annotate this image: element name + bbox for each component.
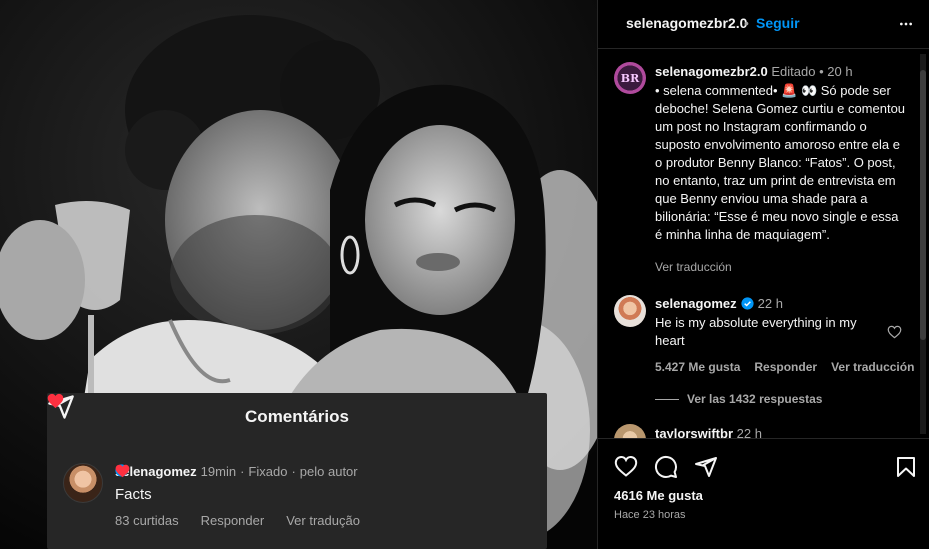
comment-header: selenagomez 19min · Fixado · pelo autor bbox=[115, 464, 358, 479]
separator: · bbox=[240, 464, 245, 479]
post-side-panel: selenagomezbr2.0 • Seguir BR selenagomez… bbox=[597, 0, 929, 549]
comment-header: selenagomez 22 h bbox=[655, 296, 783, 311]
post-image[interactable]: Comentários selenagomez 19min · Fixado ·… bbox=[0, 0, 597, 549]
view-replies-label: Ver las 1432 respuestas bbox=[687, 392, 823, 406]
translate-link[interactable]: Ver traducción bbox=[831, 360, 914, 374]
caption-text: • selena commented• 🚨 👀 Só pode ser debo… bbox=[655, 83, 906, 242]
header-username[interactable]: selenagomezbr2.0 bbox=[626, 15, 747, 31]
likes-count[interactable]: 5.427 Me gusta bbox=[655, 360, 740, 374]
by-author-label: pelo autor bbox=[299, 464, 358, 479]
comment-time: 19min bbox=[200, 464, 237, 479]
likes-count[interactable]: 83 curtidas bbox=[115, 513, 179, 528]
edited-label: Editado bbox=[771, 64, 816, 79]
avatar[interactable]: BR bbox=[614, 62, 646, 94]
reply-button[interactable]: Responder bbox=[201, 513, 265, 528]
post-likes-count[interactable]: 4616 Me gusta bbox=[614, 488, 703, 503]
share-icon[interactable] bbox=[694, 455, 718, 479]
like-heart-icon[interactable] bbox=[614, 455, 638, 479]
liked-heart-icon bbox=[115, 464, 130, 478]
comment-username[interactable]: taylorswiftbr bbox=[655, 426, 733, 438]
comment-time: 22 h bbox=[757, 296, 783, 311]
reply-button[interactable]: Responder bbox=[754, 360, 817, 374]
comment-actions: 5.427 Me gusta Responder Ver traducción bbox=[655, 360, 914, 374]
like-heart-icon[interactable] bbox=[887, 325, 902, 339]
separator: • bbox=[744, 15, 749, 31]
view-replies-button[interactable]: Ver las 1432 respuestas bbox=[655, 392, 822, 406]
comment-icon[interactable] bbox=[654, 455, 678, 479]
comments-scroll-area[interactable]: BR selenagomezbr2.0 Editado • 20 h • sel… bbox=[598, 50, 929, 438]
translate-link[interactable]: Ver traducción bbox=[655, 260, 732, 274]
pinned-label: Fixado bbox=[248, 464, 288, 479]
separator: · bbox=[291, 464, 296, 479]
bookmark-icon[interactable] bbox=[894, 455, 918, 479]
scrollbar-thumb[interactable] bbox=[920, 70, 926, 340]
divider bbox=[655, 398, 679, 400]
more-options-icon[interactable] bbox=[896, 16, 916, 32]
post-footer: 4616 Me gusta Hace 23 horas bbox=[598, 438, 929, 549]
translate-link[interactable]: Ver tradução bbox=[286, 513, 360, 528]
comment-text: He is my absolute everything in my heart bbox=[655, 315, 857, 348]
like-heart-icon[interactable] bbox=[47, 393, 64, 409]
comment-actions: 83 curtidas Responder Ver tradução bbox=[115, 513, 360, 528]
comment-username[interactable]: selenagomez bbox=[655, 296, 737, 311]
caption-header: selenagomezbr2.0 Editado • 20 h bbox=[655, 64, 853, 79]
post-header: selenagomezbr2.0 • Seguir bbox=[598, 0, 929, 49]
comment-text: Facts bbox=[115, 486, 152, 503]
avatar[interactable] bbox=[63, 463, 103, 503]
avatar[interactable] bbox=[614, 424, 646, 438]
avatar[interactable] bbox=[614, 295, 646, 327]
caption-username[interactable]: selenagomezbr2.0 bbox=[655, 64, 768, 79]
caption-time: 20 h bbox=[827, 64, 853, 79]
comment-time: 22 h bbox=[736, 426, 762, 438]
follow-button[interactable]: Seguir bbox=[756, 15, 800, 31]
verified-badge-icon bbox=[741, 297, 754, 310]
post-timestamp: Hace 23 horas bbox=[614, 509, 686, 521]
separator: • bbox=[819, 64, 824, 79]
comment-header: taylorswiftbr 22 h bbox=[655, 426, 762, 438]
comments-title: Comentários bbox=[245, 407, 349, 426]
avatar-initials: BR bbox=[620, 71, 640, 85]
comment-overlay-card: Comentários selenagomez 19min · Fixado ·… bbox=[47, 393, 547, 549]
